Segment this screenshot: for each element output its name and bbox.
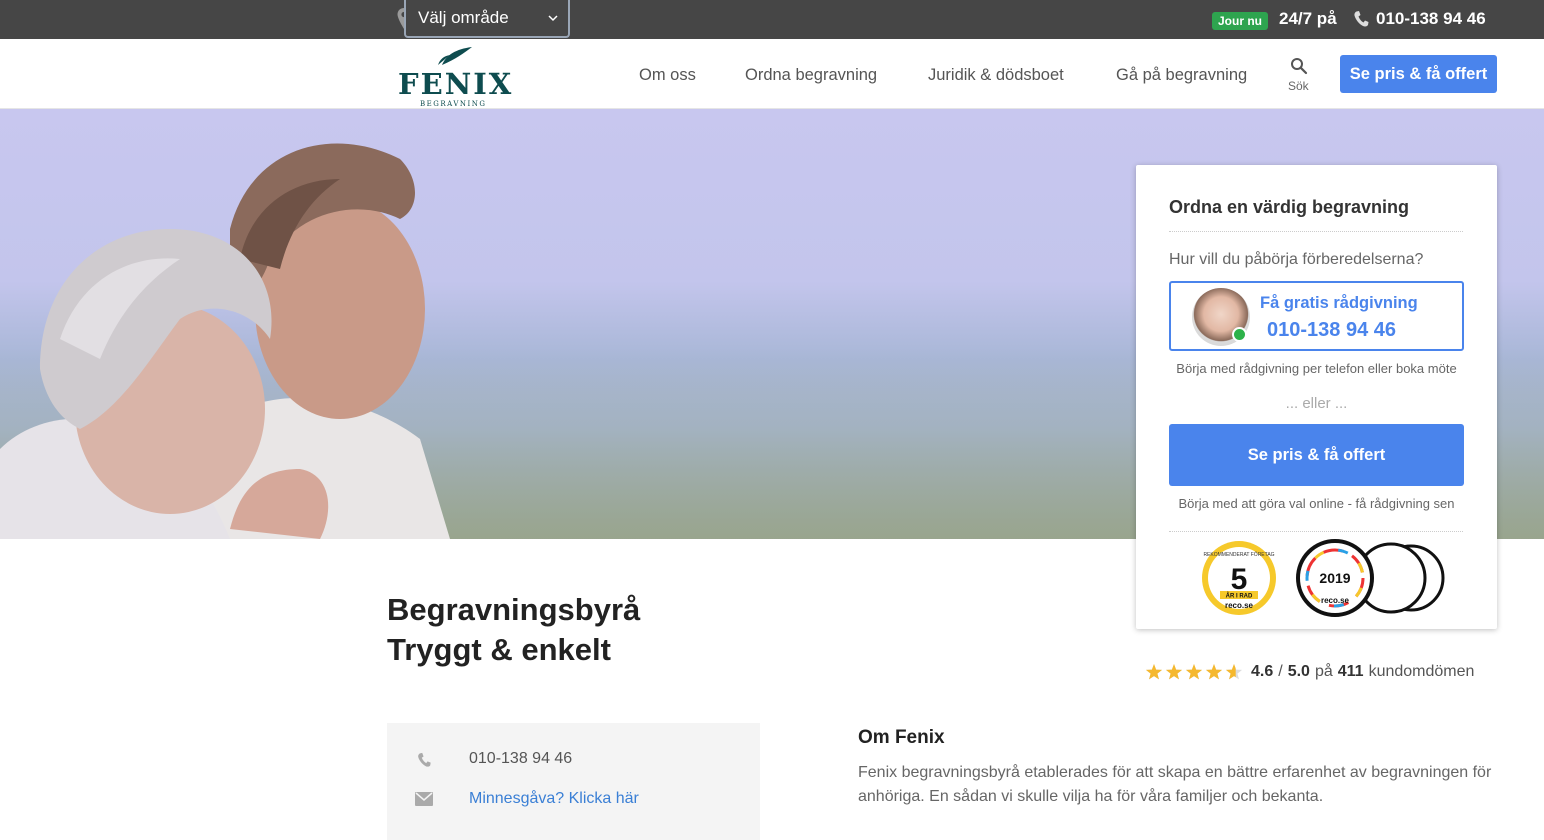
advice-phone: 010-138 94 46 — [1267, 319, 1397, 341]
star-icon — [1185, 664, 1203, 680]
main-header: FENIX BEGRAVNING Om oss Ordna begravning… — [0, 39, 1544, 109]
card-quote-button[interactable]: Se pris & få offert — [1169, 424, 1464, 486]
free-advice-button[interactable]: Få gratis rådgivning 010-138 94 46 — [1169, 281, 1464, 351]
topbar-phone-link[interactable]: 010-138 94 46 — [1376, 9, 1486, 29]
hero-couple-image — [0, 143, 450, 539]
rating-separator: / — [1278, 663, 1283, 680]
card-question: Hur vill du påbörja förberedelserna? — [1169, 251, 1424, 268]
search-icon — [1291, 58, 1308, 75]
rating-stars — [1145, 664, 1243, 680]
nav-om-oss[interactable]: Om oss — [639, 66, 696, 85]
badge-years-ribbon: ÅR I RAD — [1226, 593, 1253, 600]
top-bar: Välj område Jour nu 24/7 på 010-138 94 4… — [0, 0, 1544, 39]
customer-rating[interactable]: 4.6 / 5.0 på 411 kundomdömen — [1144, 661, 1474, 683]
card-divider — [1169, 231, 1463, 232]
online-note: Börja med att göra val online - få rådgi… — [1178, 496, 1455, 511]
phone-note: Börja med rådgivning per telefon eller b… — [1176, 361, 1457, 376]
logo-subtext: BEGRAVNING — [420, 100, 487, 108]
jour-badge: Jour nu — [1212, 12, 1268, 30]
online-status-dot — [1232, 327, 1247, 342]
contact-phone[interactable]: 010-138 94 46 — [469, 750, 572, 768]
advice-label: Få gratis rådgivning — [1260, 294, 1418, 312]
card-divider — [1169, 531, 1463, 532]
rating-max: 5.0 — [1287, 663, 1310, 680]
nav-ga-pa-begravning[interactable]: Gå på begravning — [1116, 66, 1247, 85]
rating-on: på — [1314, 663, 1333, 680]
badge-brand: reco.se — [1225, 601, 1254, 610]
region-select-label: Välj område — [418, 8, 509, 27]
fenix-logo[interactable]: FENIX BEGRAVNING — [396, 45, 511, 108]
star-icon — [1165, 664, 1183, 680]
contact-box: 010-138 94 46 Minnesgåva? Klicka här — [387, 723, 760, 840]
reco-2019-badge: 2019 reco.se — [1296, 539, 1445, 617]
logo-leaf-icon — [438, 47, 472, 65]
region-select[interactable]: Välj område — [404, 0, 570, 38]
nav-ordna-begravning[interactable]: Ordna begravning — [745, 66, 877, 85]
badge-ring-text: REKOMMENDERAT FÖRETAG — [1203, 551, 1274, 558]
heading-line-2: Tryggt & enkelt — [387, 632, 611, 667]
search-label: Sök — [1288, 79, 1309, 93]
memorial-gift-link[interactable]: Minnesgåva? Klicka här — [469, 790, 639, 808]
rating-suffix: kundomdömen — [1368, 663, 1475, 680]
phone-icon — [1354, 11, 1369, 27]
envelope-icon — [415, 792, 433, 806]
card-title: Ordna en värdig begravning — [1169, 197, 1410, 217]
heading-line-1: Begravningsbyrå — [387, 592, 641, 627]
badge-2019-brand: reco.se — [1321, 596, 1350, 605]
logo-wordmark: FENIX — [398, 67, 514, 101]
rating-count: 411 — [1337, 663, 1364, 680]
badge-year: 2019 — [1319, 570, 1350, 586]
funeral-planning-card: Ordna en värdig begravning Hur vill du p… — [1136, 165, 1497, 629]
about-title: Om Fenix — [858, 727, 945, 748]
about-text: Fenix begravningsbyrå etablerades för at… — [858, 764, 1492, 805]
chevron-down-icon — [548, 15, 558, 22]
star-icon — [1145, 664, 1163, 680]
nav-juridik[interactable]: Juridik & dödsboet — [928, 66, 1064, 85]
rating-value: 4.6 — [1251, 663, 1274, 680]
reco-5-years-badge: 5 ÅR I RAD reco.se REKOMMENDERAT FÖRETAG — [1202, 541, 1276, 615]
phone-icon — [418, 752, 431, 767]
search-button[interactable]: Sök — [1284, 57, 1314, 97]
header-quote-button[interactable]: Se pris & få offert — [1340, 55, 1497, 93]
or-separator: ... eller ... — [1285, 395, 1348, 412]
star-icon — [1205, 664, 1223, 680]
page-heading: Begravningsbyrå Tryggt & enkelt — [387, 590, 640, 670]
hours-text: 24/7 på — [1279, 9, 1337, 28]
